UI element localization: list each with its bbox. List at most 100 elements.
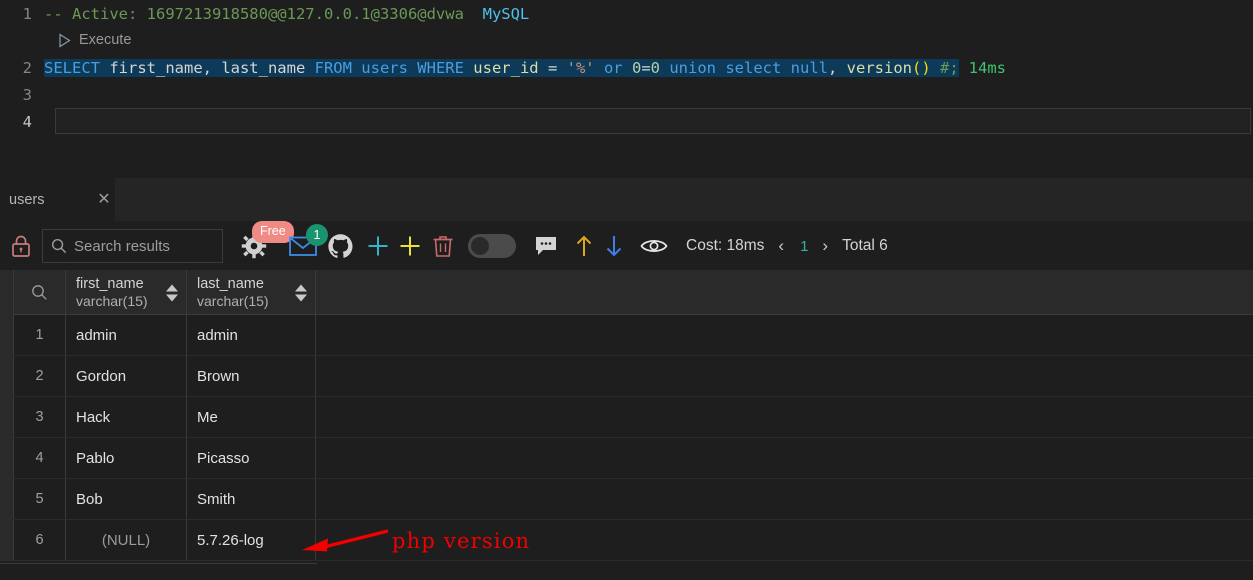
kw-or: or bbox=[594, 58, 632, 77]
row-number: 1 bbox=[14, 315, 66, 355]
trash-icon[interactable] bbox=[432, 234, 454, 258]
cell-last-name[interactable]: Brown bbox=[187, 356, 316, 396]
editor-line-2[interactable]: 2 SELECT first_name, last_name FROM user… bbox=[0, 54, 1253, 81]
add-yellow-icon[interactable] bbox=[398, 234, 422, 258]
cell-first-name[interactable]: (NULL) bbox=[66, 520, 187, 560]
search-input[interactable]: Search results bbox=[42, 229, 223, 263]
select-all-cell[interactable] bbox=[0, 270, 14, 315]
gear-icon[interactable]: Free bbox=[241, 221, 294, 259]
cell-last-name[interactable]: Picasso bbox=[187, 438, 316, 478]
line-number-4: 4 bbox=[22, 112, 32, 131]
sort-desc-icon bbox=[295, 294, 307, 301]
cell-last-name[interactable]: Me bbox=[187, 397, 316, 437]
kw-union-select: union select bbox=[660, 58, 791, 77]
num-zero-left: 0 bbox=[631, 58, 642, 77]
results-table: first_name varchar(15) last_name varchar… bbox=[0, 270, 1253, 580]
cell-first-name[interactable]: admin bbox=[66, 315, 187, 355]
arrow-down-icon[interactable] bbox=[604, 234, 624, 258]
active-connection-comment: -- Active: 1697213918580@@127.0.0.1@3306… bbox=[44, 4, 464, 23]
cell-first-name[interactable]: Gordon bbox=[66, 356, 187, 396]
col-user-id: user_id bbox=[463, 58, 548, 77]
cell-first-name[interactable]: Hack bbox=[66, 397, 187, 437]
editor-line-1[interactable]: 1 -- Active: 1697213918580@@127.0.0.1@33… bbox=[0, 0, 1253, 27]
line-2-content: SELECT first_name, last_name FROM users … bbox=[44, 58, 959, 77]
toggle-knob bbox=[471, 237, 489, 255]
row-select-cell[interactable] bbox=[0, 315, 14, 355]
results-pane: users ✕ Search results Free 1 Cost: 18ms… bbox=[0, 178, 1253, 580]
row-filter-cell[interactable] bbox=[14, 270, 66, 315]
op-equals-2: = bbox=[641, 58, 651, 77]
tab-users[interactable]: users ✕ bbox=[0, 178, 115, 222]
tab-users-label: users bbox=[9, 192, 45, 208]
row-number: 3 bbox=[14, 397, 66, 437]
string-literal-percent: '%' bbox=[566, 58, 595, 77]
arrow-left-icon bbox=[302, 529, 388, 552]
cell-last-name[interactable]: admin bbox=[187, 315, 316, 355]
table-row[interactable]: 4 Pablo Picasso bbox=[0, 438, 1253, 479]
cell-first-name[interactable]: Pablo bbox=[66, 438, 187, 478]
search-placeholder: Search results bbox=[74, 237, 170, 255]
table-row[interactable]: 3 Hack Me bbox=[0, 397, 1253, 438]
chevron-left-icon[interactable]: ‹ bbox=[778, 236, 784, 256]
table-row[interactable]: 2 Gordon Brown bbox=[0, 356, 1253, 397]
row-select-cell[interactable] bbox=[0, 397, 14, 437]
toggle-switch[interactable] bbox=[468, 234, 516, 258]
line-number-1: 1 bbox=[22, 4, 32, 23]
select-columns: first_name, last_name bbox=[100, 58, 315, 77]
lock-icon[interactable] bbox=[8, 234, 34, 258]
annotation-label: php version bbox=[392, 529, 531, 553]
sort-asc-icon bbox=[295, 284, 307, 291]
cell-last-name[interactable]: Smith bbox=[187, 479, 316, 519]
results-tab-bar: users ✕ bbox=[0, 178, 1253, 222]
table-bottom-divider bbox=[0, 563, 317, 564]
cost-label: Cost: 18ms bbox=[686, 237, 765, 254]
fn-version: version bbox=[846, 58, 912, 77]
table-row[interactable]: 1 admin admin bbox=[0, 315, 1253, 356]
column-name: first_name bbox=[76, 275, 144, 292]
sort-desc-icon bbox=[166, 294, 178, 301]
chevron-right-icon[interactable]: › bbox=[822, 236, 828, 256]
kw-from: FROM bbox=[314, 58, 352, 77]
row-select-cell[interactable] bbox=[0, 356, 14, 396]
total-label: Total 6 bbox=[842, 237, 888, 254]
table-row[interactable]: 6 (NULL) 5.7.26-log bbox=[0, 520, 1253, 561]
line-number-2: 2 bbox=[22, 58, 32, 77]
column-name: last_name bbox=[197, 275, 264, 292]
comment-icon[interactable] bbox=[534, 235, 558, 257]
table-header-row: first_name varchar(15) last_name varchar… bbox=[0, 270, 1253, 315]
row-number: 4 bbox=[14, 438, 66, 478]
add-cyan-icon[interactable] bbox=[366, 234, 390, 258]
kw-where: WHERE bbox=[417, 58, 464, 77]
editor-line-4[interactable]: 4 bbox=[0, 108, 1253, 135]
search-icon bbox=[51, 238, 67, 254]
github-icon[interactable] bbox=[327, 233, 354, 260]
page-number[interactable]: 1 bbox=[800, 238, 808, 255]
table-row[interactable]: 5 Bob Smith bbox=[0, 479, 1253, 520]
editor-line-3[interactable]: 3 bbox=[0, 81, 1253, 108]
fn-parens: () bbox=[911, 58, 931, 77]
column-header-first-name[interactable]: first_name varchar(15) bbox=[66, 270, 187, 315]
row-select-cell[interactable] bbox=[0, 479, 14, 519]
results-toolbar: Search results Free 1 Cost: 18ms ‹ 1 › T… bbox=[0, 221, 1253, 270]
envelope-icon[interactable]: 1 bbox=[289, 224, 328, 257]
cell-first-name[interactable]: Bob bbox=[66, 479, 187, 519]
codelens-execute[interactable]: Execute bbox=[0, 27, 131, 53]
eye-icon[interactable] bbox=[640, 236, 668, 256]
num-zero-right: 0 bbox=[650, 58, 660, 77]
row-select-cell[interactable] bbox=[0, 520, 14, 560]
sql-comment-hash: #; bbox=[930, 58, 959, 77]
column-header-last-name[interactable]: last_name varchar(15) bbox=[187, 270, 316, 315]
close-icon[interactable]: ✕ bbox=[93, 192, 115, 208]
column-type: varchar(15) bbox=[197, 292, 269, 309]
sort-toggle-last-name[interactable] bbox=[295, 284, 307, 301]
arrow-up-icon[interactable] bbox=[574, 234, 594, 258]
row-select-cell[interactable] bbox=[0, 438, 14, 478]
mail-count-badge: 1 bbox=[306, 224, 328, 246]
column-type: varchar(15) bbox=[76, 292, 148, 309]
sort-toggle-first-name[interactable] bbox=[166, 284, 178, 301]
kw-select: SELECT bbox=[44, 58, 100, 77]
line-number-3: 3 bbox=[22, 85, 32, 104]
query-timing: 14ms bbox=[968, 58, 1006, 77]
row-number: 6 bbox=[14, 520, 66, 560]
sql-editor[interactable]: 1 -- Active: 1697213918580@@127.0.0.1@33… bbox=[0, 0, 1253, 178]
